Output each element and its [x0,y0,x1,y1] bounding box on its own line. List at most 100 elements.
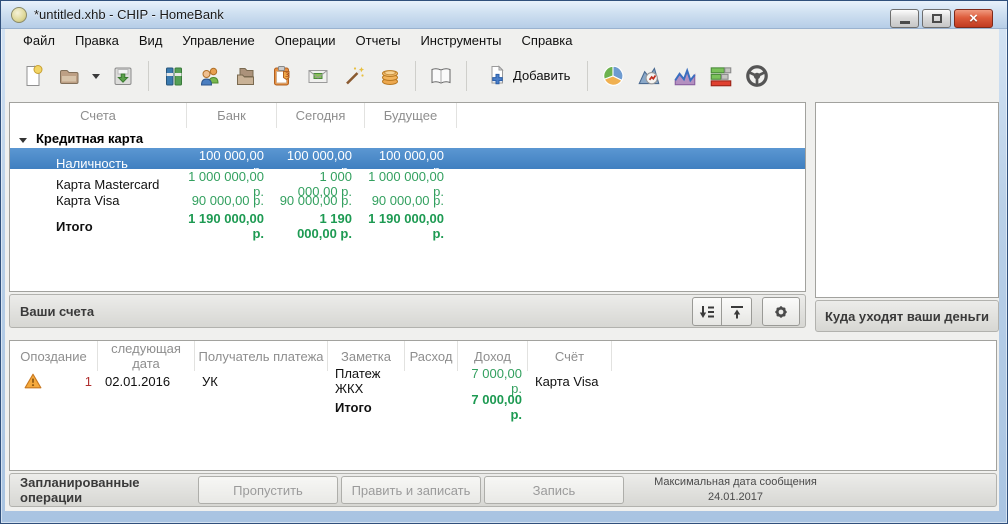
edit-and-post-button[interactable]: Править и записать [341,476,481,504]
insight-chart-area [815,102,999,298]
late-count: 1 [85,374,92,389]
column-header-today[interactable]: Сегодня [277,103,365,128]
max-post-date-value: 24.01.2017 [643,490,828,505]
scheduled-total-label: Итого [328,400,405,415]
account-group-label: Кредитная карта [36,131,143,146]
categories-button[interactable] [228,57,264,95]
account-row[interactable]: Карта Visa 90 000,00 р. 90 000,00 р. 90 … [10,190,805,211]
ledger-book-icon [429,64,453,88]
accounts-button[interactable] [156,57,192,95]
menu-help[interactable]: Справка [512,30,583,51]
scheduled-footer-label: Запланированные операции [20,475,198,505]
accounts-panel: Счета Банк Сегодня Будущее Кредитная кар… [9,102,806,328]
column-header-future[interactable]: Будущее [365,103,457,128]
edit-and-post-button-label: Править и записать [352,483,471,498]
insight-footer-label: Куда уходят ваши деньги [825,309,989,324]
scheduled-footer-bar: Запланированные операции Пропустить Прав… [9,473,997,507]
column-header-account[interactable]: Счёт [528,341,612,371]
skip-button[interactable]: Пропустить [198,476,338,504]
budget-report-icon [708,63,734,89]
account-row-selected[interactable]: Наличность 100 000,00 р. 100 000,00 р. 1… [10,148,805,169]
minimize-button[interactable] [890,9,919,28]
maximize-button[interactable] [922,9,951,28]
column-header-late[interactable]: Опоздание [10,341,98,371]
menu-transactions[interactable]: Операции [265,30,346,51]
bank-amount: 90 000,00 р. [187,193,277,208]
menu-bar: Файл Правка Вид Управление Операции Отче… [5,29,999,52]
memo: Платеж ЖКХ [328,366,405,396]
column-header-filler [457,103,805,128]
column-header-bank[interactable]: Банк [187,103,277,128]
budget-report-button[interactable] [703,57,739,95]
menu-file[interactable]: Файл [13,30,65,51]
account: Карта Visa [528,374,612,389]
maximize-icon [932,14,942,23]
collapse-all-button[interactable] [722,297,752,326]
payee: УК [195,374,328,389]
accounts-total-row: Итого 1 190 000,00 р. 1 190 000,00 р. 1 … [10,211,805,232]
ledger-button[interactable] [423,57,459,95]
toolbar-separator [415,61,416,91]
menu-view[interactable]: Вид [129,30,173,51]
categories-icon [234,64,258,88]
open-file-button[interactable] [51,57,87,95]
accounts-table: Счета Банк Сегодня Будущее Кредитная кар… [9,102,806,292]
total-future-amount: 1 190 000,00 р. [365,211,457,241]
close-button[interactable]: × [954,9,993,28]
vehicle-cost-button[interactable] [739,57,775,95]
max-post-date-label: Максимальная дата сообщения [643,475,828,490]
future-amount: 90 000,00 р. [365,193,457,208]
new-file-button[interactable] [15,57,51,95]
budget-button[interactable] [300,57,336,95]
expand-all-button[interactable] [692,297,722,326]
preferences-button[interactable] [762,297,800,326]
warning-icon [24,373,42,389]
scheduled-total-row: Итого 7 000,00 р. [10,392,996,418]
column-header-payee[interactable]: Получатель платежа [195,341,328,371]
account-group-row[interactable]: Кредитная карта [10,128,805,148]
menu-tools[interactable]: Инструменты [410,30,511,51]
scheduled-button[interactable]: 3 [264,57,300,95]
assign-button[interactable] [336,57,372,95]
column-header-expense[interactable]: Расход [405,341,458,371]
import-button[interactable] [105,57,141,95]
currencies-coins-icon [378,64,402,88]
skip-button-label: Пропустить [233,483,303,498]
post-button-label: Запись [533,483,576,498]
expander-icon[interactable] [19,138,27,143]
close-icon: × [969,11,978,26]
trend-report-icon [672,63,698,89]
post-button[interactable]: Запись [484,476,624,504]
open-folder-icon [57,64,81,88]
statistics-report-button[interactable] [631,57,667,95]
menu-reports[interactable]: Отчеты [346,30,411,51]
app-icon[interactable] [11,7,27,23]
accounts-icon [162,64,186,88]
scheduled-table: Опоздание следующая дата Получатель плат… [9,340,997,471]
vehicle-cost-icon [744,63,770,89]
main-area: Счета Банк Сегодня Будущее Кредитная кар… [5,99,999,511]
trend-report-button[interactable] [667,57,703,95]
max-post-date-status: Максимальная дата сообщения 24.01.2017 [643,475,828,505]
column-header-next-date[interactable]: следующая дата [98,341,195,371]
window-title: *untitled.xhb - CHIP - HomeBank [34,7,224,22]
account-row[interactable]: Карта Mastercard 1 000 000,00 р. 1 000 0… [10,169,805,190]
accounts-footer-bar: Ваши счета [9,294,806,328]
toolbar: 3 [5,52,999,99]
statistics-pie-button[interactable] [595,57,631,95]
scheduled-table-header: Опоздание следующая дата Получатель плат… [10,341,996,366]
gear-icon [772,303,790,321]
column-header-accounts[interactable]: Счета [10,103,187,128]
open-recent-button[interactable] [87,57,105,95]
currencies-button[interactable] [372,57,408,95]
new-file-icon [21,64,45,88]
next-date: 02.01.2016 [98,374,195,389]
minimize-icon [900,21,910,24]
open-recent-caret-icon [90,70,102,82]
add-transaction-button[interactable]: Добавить [474,57,580,95]
svg-text:3: 3 [285,71,289,79]
menu-manage[interactable]: Управление [172,30,264,51]
payees-button[interactable] [192,57,228,95]
menu-edit[interactable]: Правка [65,30,129,51]
collapse-all-icon [728,303,746,321]
